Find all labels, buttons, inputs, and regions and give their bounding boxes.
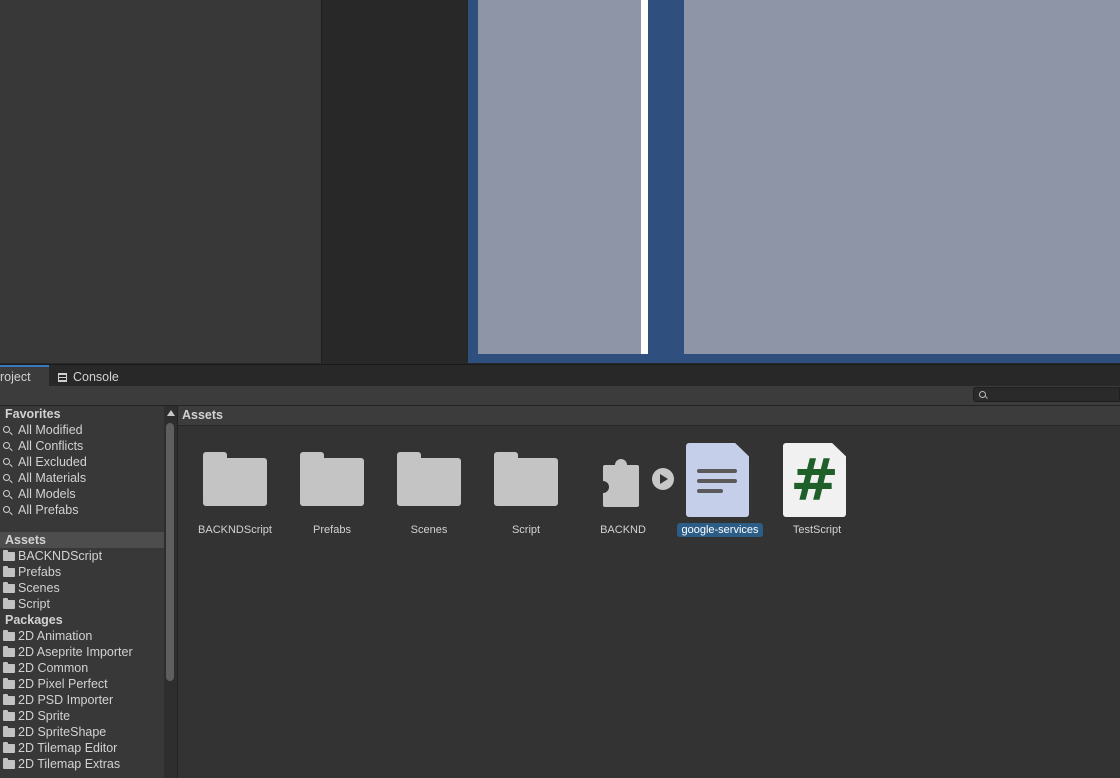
search-icon <box>3 474 10 481</box>
breadcrumb-assets[interactable]: Assets <box>182 408 223 422</box>
scrollbar-thumb[interactable] <box>166 423 174 681</box>
tree-packages-header[interactable]: Packages <box>0 612 164 628</box>
tree-folder-item[interactable]: Prefabs <box>0 564 164 580</box>
folder-icon <box>3 662 15 673</box>
hierarchy-panel <box>0 0 322 363</box>
game-view-left-region[interactable] <box>478 0 641 354</box>
asset-label-selected: google-services <box>675 523 765 537</box>
folder-icon <box>203 452 267 506</box>
tree-package-item[interactable]: 2D Animation <box>0 628 164 644</box>
folder-icon <box>3 742 15 753</box>
tree-package-item[interactable]: 2D Sprite <box>0 708 164 724</box>
tree-favorite-item[interactable]: All Conflicts <box>0 438 164 454</box>
folder-icon <box>3 582 15 593</box>
scroll-up-icon[interactable] <box>167 410 175 416</box>
folder-icon <box>3 598 15 609</box>
project-search-input[interactable] <box>988 388 1118 401</box>
search-icon <box>979 391 986 398</box>
asset-item-package[interactable]: BACKND <box>578 441 668 541</box>
text-file-icon <box>686 443 749 517</box>
folder-icon <box>397 452 461 506</box>
search-icon <box>3 490 10 497</box>
tree-package-item[interactable]: 2D Tilemap Extras <box>0 756 164 772</box>
asset-grid[interactable]: Assets BACKNDScript Prefabs Scenes Scrip… <box>178 406 1120 778</box>
tree-scrollbar[interactable] <box>164 406 178 778</box>
game-view-divider <box>641 0 648 354</box>
console-icon <box>58 373 67 382</box>
expand-play-icon[interactable] <box>652 468 674 490</box>
asset-label: BACKND <box>600 524 646 536</box>
folder-icon <box>3 550 15 561</box>
package-icon <box>603 459 639 507</box>
tree-folder-item[interactable]: Scenes <box>0 580 164 596</box>
search-icon <box>3 506 10 513</box>
tree-favorites-header[interactable]: Favorites <box>0 406 164 422</box>
folder-icon <box>3 758 15 769</box>
asset-label: BACKNDScript <box>198 524 272 536</box>
tree-assets-header[interactable]: Assets <box>0 532 164 548</box>
inspector-gap-panel <box>322 0 468 363</box>
csharp-script-icon: # <box>783 443 846 517</box>
breadcrumb: Assets <box>178 406 1120 426</box>
search-icon <box>3 426 10 433</box>
asset-item-folder[interactable]: BACKNDScript <box>190 441 280 541</box>
tree-package-item[interactable]: 2D PSD Importer <box>0 692 164 708</box>
asset-label: TestScript <box>792 524 842 536</box>
folder-icon <box>3 678 15 689</box>
tree-favorite-item[interactable]: All Modified <box>0 422 164 438</box>
game-view-right-region[interactable] <box>684 0 1120 354</box>
project-search-box[interactable] <box>973 387 1120 402</box>
tree-package-item[interactable]: 2D Aseprite Importer <box>0 644 164 660</box>
tree-package-item[interactable]: 2D Common <box>0 660 164 676</box>
folder-icon <box>3 630 15 641</box>
asset-item-folder[interactable]: Scenes <box>384 441 474 541</box>
folder-icon <box>300 452 364 506</box>
asset-label: Prefabs <box>313 524 351 536</box>
asset-item-text-file[interactable]: google-services <box>652 441 765 541</box>
tree-package-item[interactable]: 2D Tilemap Editor <box>0 740 164 756</box>
tree-favorite-item[interactable]: All Excluded <box>0 454 164 470</box>
tree-favorite-item[interactable]: All Models <box>0 486 164 502</box>
tab-console[interactable]: Console <box>58 365 138 387</box>
search-icon <box>3 458 10 465</box>
tree-favorite-item[interactable]: All Prefabs <box>0 502 164 518</box>
tree-folder-item[interactable]: Script <box>0 596 164 612</box>
asset-item-folder[interactable]: Prefabs <box>287 441 377 541</box>
asset-item-folder[interactable]: Script <box>481 441 571 541</box>
folder-icon <box>3 710 15 721</box>
tree-favorite-item[interactable]: All Materials <box>0 470 164 486</box>
folder-icon <box>3 694 15 705</box>
tree-package-item[interactable]: 2D Pixel Perfect <box>0 676 164 692</box>
asset-label: Scenes <box>410 524 448 536</box>
asset-label: Script <box>511 524 541 536</box>
folder-icon <box>3 646 15 657</box>
tree-package-item[interactable]: 2D SpriteShape <box>0 724 164 740</box>
folder-icon <box>494 452 558 506</box>
asset-item-script[interactable]: # TestScript <box>772 441 862 541</box>
project-folder-tree[interactable]: Favorites All Modified All Conflicts All… <box>0 406 164 778</box>
folder-icon <box>3 726 15 737</box>
search-icon <box>3 442 10 449</box>
project-tab-bar: roject Console <box>0 364 1120 387</box>
tab-project[interactable]: roject <box>0 365 49 387</box>
tree-folder-item[interactable]: BACKNDScript <box>0 548 164 564</box>
project-toolbar <box>0 386 1120 406</box>
folder-icon <box>3 566 15 577</box>
